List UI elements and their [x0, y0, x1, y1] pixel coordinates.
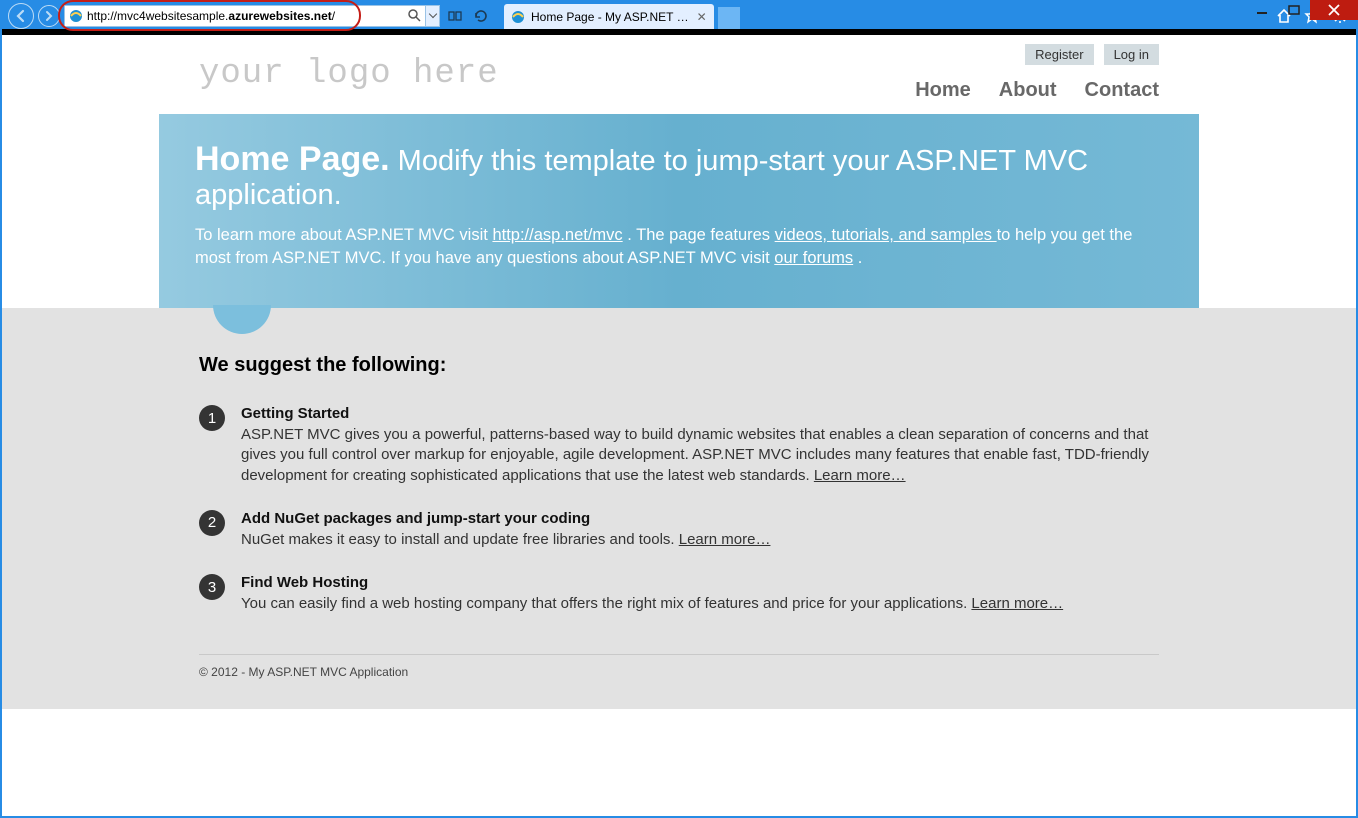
ie-icon [510, 9, 526, 25]
forward-button[interactable] [38, 5, 60, 27]
step-title: Add NuGet packages and jump-start your c… [241, 510, 770, 527]
back-arrow-icon [14, 9, 28, 23]
footer-divider [199, 654, 1159, 655]
step-title: Getting Started [241, 405, 1159, 422]
back-button[interactable] [8, 3, 34, 29]
step-body: ASP.NET MVC gives you a powerful, patter… [241, 425, 1159, 486]
hero-link-samples[interactable]: videos, tutorials, and samples [775, 226, 997, 244]
step-number-icon: 1 [199, 405, 225, 431]
register-link[interactable]: Register [1025, 44, 1093, 65]
minimize-button[interactable] [1246, 0, 1278, 20]
hero-banner: Home Page. Modify this template to jump-… [159, 114, 1199, 308]
maximize-button[interactable] [1278, 0, 1310, 20]
browser-chrome: http://mvc4websitesample.azurewebsites.n… [2, 2, 1356, 29]
hero-body: To learn more about ASP.NET MVC visit ht… [195, 224, 1163, 270]
refresh-button[interactable] [473, 8, 489, 24]
browser-tab[interactable]: Home Page - My ASP.NET … ✕ [504, 4, 714, 29]
list-item: 2 Add NuGet packages and jump-start your… [199, 510, 1159, 550]
close-window-button[interactable] [1310, 0, 1358, 20]
hero-title: Home Page. Modify this template to jump-… [195, 140, 1163, 212]
footer-text: © 2012 - My ASP.NET MVC Application [199, 665, 1159, 689]
tab-title: Home Page - My ASP.NET … [531, 10, 689, 24]
suggest-heading: We suggest the following: [199, 354, 1159, 377]
learn-more-link[interactable]: Learn more… [971, 595, 1063, 612]
chevron-down-icon [428, 10, 436, 18]
new-tab-button[interactable] [718, 7, 740, 29]
step-body: You can easily find a web hosting compan… [241, 594, 1063, 614]
login-link[interactable]: Log in [1104, 44, 1159, 65]
learn-more-link[interactable]: Learn more… [814, 467, 906, 484]
ie-icon [68, 8, 84, 24]
compat-view-icon[interactable] [447, 8, 463, 24]
nav-home[interactable]: Home [915, 79, 971, 102]
list-item: 1 Getting Started ASP.NET MVC gives you … [199, 405, 1159, 486]
forward-arrow-icon [43, 10, 55, 22]
step-body: NuGet makes it easy to install and updat… [241, 530, 770, 550]
list-item: 3 Find Web Hosting You can easily find a… [199, 574, 1159, 614]
tab-close-button[interactable]: ✕ [694, 10, 710, 24]
step-title: Find Web Hosting [241, 574, 1063, 591]
search-icon[interactable] [405, 7, 423, 25]
addr-dropdown-button[interactable] [426, 5, 440, 27]
url-text: http://mvc4websitesample.azurewebsites.n… [87, 9, 405, 23]
nav-about[interactable]: About [999, 79, 1057, 102]
site-logo[interactable]: your logo here [199, 39, 499, 93]
step-number-icon: 2 [199, 510, 225, 536]
nav-contact[interactable]: Contact [1085, 79, 1159, 102]
learn-more-link[interactable]: Learn more… [679, 531, 771, 548]
hero-link-forums[interactable]: our forums [774, 249, 853, 267]
step-number-icon: 3 [199, 574, 225, 600]
window-buttons [1246, 0, 1358, 20]
address-bar[interactable]: http://mvc4websitesample.azurewebsites.n… [64, 5, 426, 27]
hero-link-aspnet[interactable]: http://asp.net/mvc [492, 226, 622, 244]
